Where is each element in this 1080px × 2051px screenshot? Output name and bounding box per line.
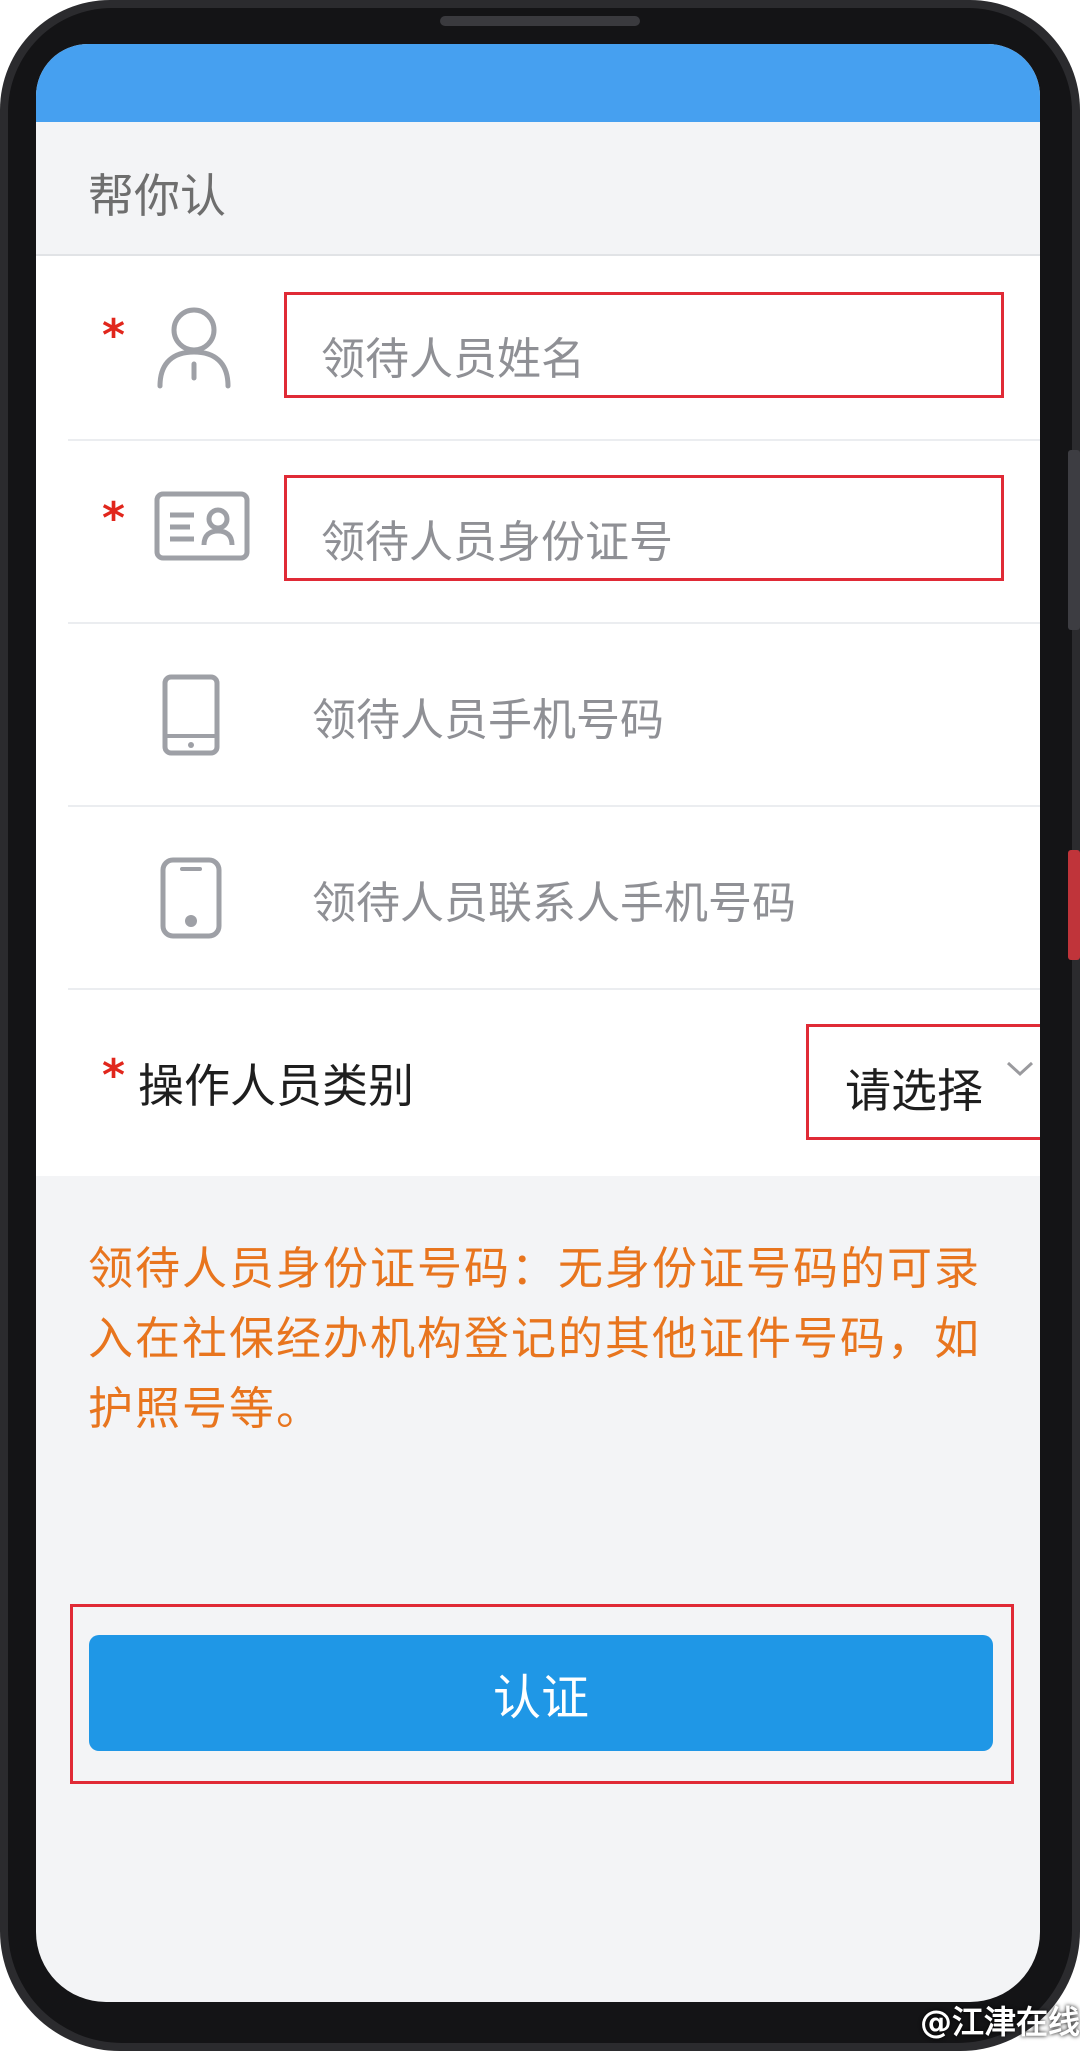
submit-highlight: 认证 bbox=[70, 1604, 1014, 1784]
user-icon bbox=[154, 304, 234, 394]
operator-type-select[interactable]: 请选择 bbox=[806, 1024, 1040, 1140]
required-mark: * bbox=[102, 310, 126, 361]
phone-icon bbox=[160, 857, 222, 943]
watermark: @江津在线 bbox=[919, 2003, 1080, 2041]
operator-type-label: 操作人员类别 bbox=[138, 1059, 414, 1113]
name-row: * 领待人员姓名 bbox=[68, 256, 1040, 441]
id-number-note: 领待人员身份证号码：无身份证号码的可录入在社保经办机构登记的其他证件号码，如护照… bbox=[88, 1242, 982, 1435]
volume-button bbox=[1068, 450, 1080, 630]
id-placeholder: 领待人员身份证号 bbox=[321, 517, 673, 568]
power-button bbox=[1068, 850, 1080, 960]
phone-row: 领待人员手机号码 bbox=[68, 622, 1040, 807]
name-placeholder: 领待人员姓名 bbox=[321, 334, 585, 385]
status-bar bbox=[36, 44, 1040, 122]
verify-button[interactable]: 认证 bbox=[89, 1635, 993, 1751]
operator-type-row: * 操作人员类别 请选择 bbox=[68, 988, 1040, 1171]
phone-icon bbox=[162, 674, 220, 760]
phone-frame: 帮你认 * 领待人员姓名 * 领待人员身份证号 领待人员手机号码 领待人员联系人… bbox=[0, 0, 1080, 2051]
speaker-grille bbox=[440, 16, 640, 26]
chevron-down-icon bbox=[1005, 1059, 1035, 1083]
name-input[interactable]: 领待人员姓名 bbox=[284, 292, 1004, 398]
operator-type-value: 请选择 bbox=[845, 1064, 983, 1118]
id-card-icon bbox=[154, 491, 250, 565]
auth-form: * 领待人员姓名 * 领待人员身份证号 领待人员手机号码 领待人员联系人手机号码… bbox=[36, 256, 1040, 1176]
page-header: 帮你认 bbox=[36, 122, 1040, 256]
id-row: * 领待人员身份证号 bbox=[68, 439, 1040, 624]
id-input[interactable]: 领待人员身份证号 bbox=[284, 475, 1004, 581]
required-mark: * bbox=[102, 1050, 126, 1101]
contact-phone-input[interactable]: 领待人员联系人手机号码 bbox=[312, 867, 796, 931]
contact-phone-row: 领待人员联系人手机号码 bbox=[68, 805, 1040, 990]
phone-input[interactable]: 领待人员手机号码 bbox=[312, 684, 664, 748]
required-mark: * bbox=[102, 493, 126, 544]
screen: 帮你认 * 领待人员姓名 * 领待人员身份证号 领待人员手机号码 领待人员联系人… bbox=[36, 44, 1040, 2002]
page-title: 帮你认 bbox=[88, 169, 226, 223]
